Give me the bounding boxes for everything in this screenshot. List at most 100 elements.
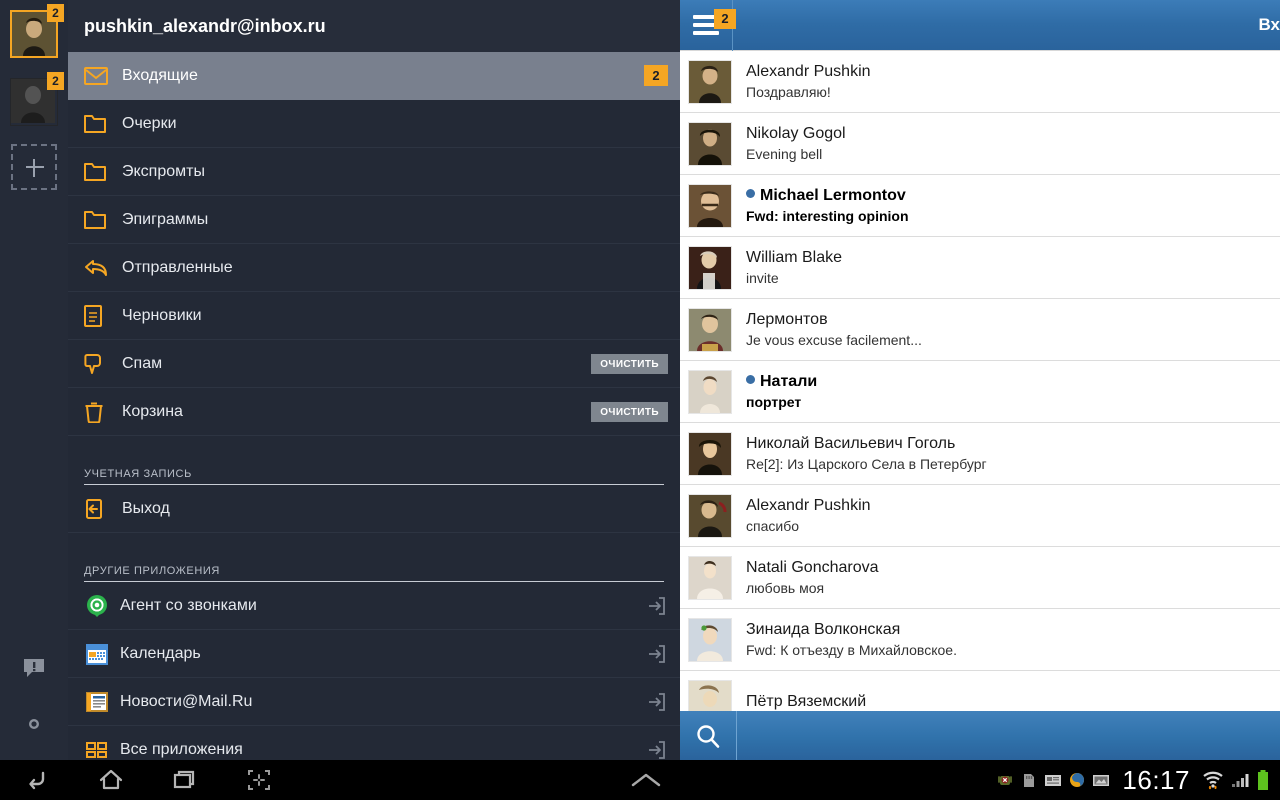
message-text: Лермонтов Je vous excuse facilement... bbox=[746, 309, 922, 350]
sidebar-item-logout[interactable]: Выход bbox=[68, 485, 680, 533]
avatar bbox=[688, 493, 732, 538]
folder-icon bbox=[84, 160, 114, 184]
app-item-agent[interactable]: Агент со звонками bbox=[68, 582, 680, 630]
message-subject: invite bbox=[746, 270, 779, 286]
message-subject: Поздравляю! bbox=[746, 84, 831, 100]
message-sender: Пётр Вяземский bbox=[746, 693, 867, 710]
message-list-panel: 2 Вх Alexandr Pushkin Поздравляю! Nikola… bbox=[680, 0, 1280, 760]
sidebar-item-spam[interactable]: Спам ОЧИСТИТЬ bbox=[68, 340, 680, 388]
sidebar-item-label: Эпиграммы bbox=[122, 210, 209, 228]
avatar bbox=[688, 431, 732, 476]
open-external-icon[interactable] bbox=[646, 644, 666, 664]
open-external-icon[interactable] bbox=[646, 740, 666, 760]
open-external-icon[interactable] bbox=[646, 692, 666, 712]
unread-dot-icon bbox=[746, 375, 755, 384]
app-item-news[interactable]: Новости@Mail.Ru bbox=[68, 678, 680, 726]
sidebar-item-sent[interactable]: Отправленные bbox=[68, 244, 680, 292]
back-icon bbox=[29, 771, 45, 790]
message-subject: любовь моя bbox=[746, 580, 825, 596]
message-text: Alexandr Pushkin Поздравляю! bbox=[746, 61, 871, 102]
actionbar-title: Вх bbox=[1258, 15, 1280, 34]
action-bar: 2 Вх bbox=[680, 0, 1280, 51]
home-button[interactable] bbox=[74, 760, 148, 800]
sidebar-item-drafts[interactable]: Черновики bbox=[68, 292, 680, 340]
message-sender: Michael Lermontov bbox=[746, 185, 909, 206]
app-item-label: Новости@Mail.Ru bbox=[120, 692, 253, 710]
message-sender: Alexandr Pushkin bbox=[746, 63, 871, 80]
hamburger-menu-button[interactable]: 2 bbox=[680, 0, 736, 51]
sidebar-item-ocherki[interactable]: Очерки bbox=[68, 100, 680, 148]
message-sender: Николай Васильевич Гоголь bbox=[746, 435, 956, 452]
message-row[interactable]: Alexandr Pushkin спасибо bbox=[680, 485, 1280, 547]
rail-account-0[interactable]: 2 bbox=[10, 4, 64, 62]
search-input[interactable] bbox=[737, 711, 1280, 760]
expand-statusbar-button[interactable] bbox=[586, 770, 706, 790]
message-row[interactable]: Nikolay Gogol Evening bell bbox=[680, 113, 1280, 175]
avatar bbox=[688, 121, 732, 166]
message-subject: Je vous excuse facilement... bbox=[746, 332, 922, 348]
app-item-all-apps[interactable]: Все приложения bbox=[68, 726, 680, 760]
add-account-button[interactable] bbox=[11, 144, 57, 190]
sidebar-item-label: Спам bbox=[122, 354, 163, 372]
message-row[interactable]: Пётр Вяземский bbox=[680, 671, 1280, 711]
home-icon bbox=[99, 769, 123, 790]
image-icon bbox=[1092, 771, 1110, 789]
account-section-header-wrap: УЧЕТНАЯ ЗАПИСЬ bbox=[68, 458, 680, 485]
open-external-icon[interactable] bbox=[646, 596, 666, 616]
sidebar-item-eksprompty[interactable]: Экспромты bbox=[68, 148, 680, 196]
sidebar-item-label: Выход bbox=[122, 499, 170, 517]
agent-icon bbox=[84, 593, 110, 619]
message-row[interactable]: Alexandr Pushkin Поздравляю! bbox=[680, 51, 1280, 113]
message-sender-text: Натали bbox=[760, 373, 818, 390]
spam-thumb-icon bbox=[84, 352, 114, 376]
message-row[interactable]: William Blake invite bbox=[680, 237, 1280, 299]
sidebar-item-label: Входящие bbox=[122, 66, 198, 84]
settings-button[interactable] bbox=[14, 704, 54, 744]
draft-page-icon bbox=[84, 304, 114, 328]
app-item-label: Все приложения bbox=[120, 740, 243, 758]
message-row[interactable]: Зинаида Волконская Fwd: К отъезду в Миха… bbox=[680, 609, 1280, 671]
message-list[interactable]: Alexandr Pushkin Поздравляю! Nikolay Gog… bbox=[680, 51, 1280, 711]
recents-button[interactable] bbox=[148, 760, 222, 800]
message-sender: Лермонтов bbox=[746, 311, 828, 328]
recents-icon bbox=[173, 770, 195, 789]
message-subject: Fwd: К отъезду в Михайловское. bbox=[746, 642, 957, 658]
screenshot-icon bbox=[248, 770, 270, 790]
account-email: pushkin_alexandr@inbox.ru bbox=[84, 15, 326, 36]
sidebar-item-inbox[interactable]: Входящие 2 bbox=[68, 52, 680, 100]
search-icon bbox=[697, 724, 720, 748]
feedback-button[interactable] bbox=[14, 648, 54, 688]
rail-unread-badge: 2 bbox=[47, 72, 64, 90]
clear-spam-button[interactable]: ОЧИСТИТЬ bbox=[591, 353, 668, 374]
message-row[interactable]: Natali Goncharova любовь моя bbox=[680, 547, 1280, 609]
news-notification-icon bbox=[1044, 771, 1062, 789]
avatar bbox=[688, 617, 732, 662]
sidebar-item-label: Черновики bbox=[122, 306, 202, 324]
message-row[interactable]: Натали портрет bbox=[680, 361, 1280, 423]
message-subject: спасибо bbox=[746, 518, 799, 534]
actionbar-unread-badge: 2 bbox=[714, 8, 736, 29]
clear-trash-button[interactable]: ОЧИСТИТЬ bbox=[591, 401, 668, 422]
message-row[interactable]: Michael Lermontov Fwd: interesting opini… bbox=[680, 175, 1280, 237]
avatar bbox=[688, 369, 732, 414]
logout-icon bbox=[84, 497, 114, 521]
screenshot-button[interactable] bbox=[222, 760, 296, 800]
message-row[interactable]: Лермонтов Je vous excuse facilement... bbox=[680, 299, 1280, 361]
app-item-calendar[interactable]: Календарь bbox=[68, 630, 680, 678]
search-button[interactable] bbox=[680, 711, 736, 760]
message-row[interactable]: Николай Васильевич Гоголь Re[2]: Из Царс… bbox=[680, 423, 1280, 485]
avatar bbox=[688, 307, 732, 352]
sidebar-item-trash[interactable]: Корзина ОЧИСТИТЬ bbox=[68, 388, 680, 436]
sidebar-item-epigrammy[interactable]: Эпиграммы bbox=[68, 196, 680, 244]
sidebar-item-label: Очерки bbox=[122, 114, 177, 132]
rail-unread-badge: 2 bbox=[47, 4, 64, 22]
signal-icon bbox=[1230, 771, 1250, 789]
chevron-up-icon bbox=[632, 773, 661, 787]
account-section-title: УЧЕТНАЯ ЗАПИСЬ bbox=[84, 468, 664, 485]
drawer-header: pushkin_alexandr@inbox.ru bbox=[68, 0, 680, 52]
rail-account-1[interactable]: 2 bbox=[10, 72, 64, 130]
inbox-count-badge: 2 bbox=[644, 65, 668, 86]
back-button[interactable] bbox=[0, 760, 74, 800]
all-apps-icon bbox=[84, 737, 110, 761]
message-subject: Re[2]: Из Царского Села в Петербург bbox=[746, 456, 987, 472]
